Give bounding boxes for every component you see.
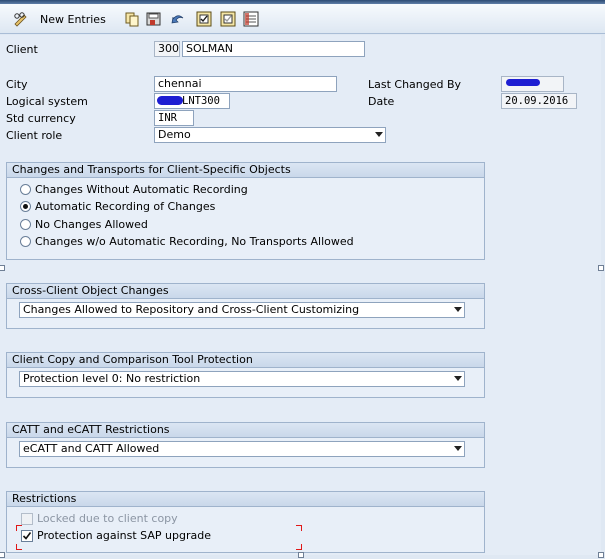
radio-button[interactable]	[20, 219, 31, 230]
client-number-field: 300	[154, 41, 180, 57]
cross-client-value: Changes Allowed to Repository and Cross-…	[23, 303, 360, 316]
resize-handle	[298, 552, 304, 558]
highlight-bracket	[296, 525, 302, 531]
changes-transports-title: Changes and Transports for Client-Specif…	[7, 163, 484, 178]
chevron-down-icon	[454, 376, 462, 381]
resize-handle	[0, 552, 5, 558]
city-label: City	[6, 78, 28, 91]
radio-label: No Changes Allowed	[35, 218, 148, 231]
restrictions-title: Restrictions	[7, 492, 484, 507]
cross-client-dropdown[interactable]: Changes Allowed to Repository and Cross-…	[19, 302, 465, 318]
redaction-mark	[157, 96, 183, 105]
radio-button[interactable]	[20, 184, 31, 195]
client-label: Client	[6, 43, 38, 56]
client-role-label: Client role	[6, 129, 63, 142]
copy-protection-title: Client Copy and Comparison Tool Protecti…	[7, 353, 484, 368]
radio-option[interactable]: Changes Without Automatic Recording	[20, 183, 248, 196]
copy-icon[interactable]	[124, 11, 140, 27]
highlight-bracket	[296, 544, 302, 550]
copy-protection-group: Client Copy and Comparison Tool Protecti…	[6, 352, 485, 398]
date-field: 20.09.2016	[501, 93, 577, 109]
protection-checkbox-row[interactable]: Protection against SAP upgrade	[21, 529, 211, 542]
save-icon[interactable]	[146, 11, 162, 27]
select-all-icon[interactable]	[196, 11, 212, 27]
resize-handle	[0, 265, 5, 271]
locked-checkbox-row: Locked due to client copy	[21, 512, 178, 525]
date-label: Date	[368, 95, 395, 108]
checkmark-icon	[22, 531, 32, 540]
radio-button-selected[interactable]	[20, 201, 31, 212]
copy-protection-value: Protection level 0: No restriction	[23, 372, 201, 385]
catt-dropdown[interactable]: eCATT and CATT Allowed	[19, 441, 465, 457]
catt-value: eCATT and CATT Allowed	[23, 442, 160, 455]
highlight-bracket	[16, 544, 22, 550]
pencil-glasses-icon	[14, 12, 27, 27]
radio-label: Automatic Recording of Changes	[35, 200, 216, 213]
radio-button[interactable]	[20, 236, 31, 247]
catt-group: CATT and eCATT Restrictions eCATT and CA…	[6, 422, 485, 468]
radio-label: Changes Without Automatic Recording	[35, 183, 248, 196]
radio-option[interactable]: Changes w/o Automatic Recording, No Tran…	[20, 235, 354, 248]
deselect-icon[interactable]	[220, 11, 236, 27]
highlight-bracket	[16, 525, 22, 531]
chevron-down-icon	[375, 132, 383, 137]
logical-system-label: Logical system	[6, 95, 88, 108]
changes-transports-group: Changes and Transports for Client-Specif…	[6, 162, 485, 260]
client-details-area: Client 300 SOLMAN City chennai Last Chan…	[0, 35, 601, 555]
application-toolbar: New Entries	[0, 4, 605, 34]
client-name-field[interactable]: SOLMAN	[182, 41, 365, 57]
protection-checkbox[interactable]	[21, 529, 33, 542]
redaction-mark	[506, 79, 540, 86]
radio-label: Changes w/o Automatic Recording, No Tran…	[35, 235, 354, 248]
cross-client-title: Cross-Client Object Changes	[7, 284, 484, 299]
resize-handle	[598, 552, 604, 558]
cross-client-group: Cross-Client Object Changes Changes Allo…	[6, 283, 485, 329]
select-block-icon[interactable]	[243, 11, 259, 27]
undo-icon[interactable]	[170, 11, 186, 27]
resize-handle	[598, 265, 604, 271]
locked-label: Locked due to client copy	[37, 512, 178, 525]
std-currency-field[interactable]: INR	[154, 110, 194, 126]
client-role-dropdown[interactable]: Demo	[154, 127, 386, 143]
last-changed-by-label: Last Changed By	[368, 78, 462, 91]
client-role-value: Demo	[158, 128, 191, 141]
copy-protection-dropdown[interactable]: Protection level 0: No restriction	[19, 371, 465, 387]
new-entries-label: New Entries	[40, 12, 106, 26]
restrictions-group: Restrictions Locked due to client copy P…	[6, 491, 485, 553]
radio-option[interactable]: No Changes Allowed	[20, 218, 148, 231]
new-entries-button[interactable]: New Entries	[12, 10, 106, 28]
catt-title: CATT and eCATT Restrictions	[7, 423, 484, 438]
chevron-down-icon	[454, 307, 462, 312]
std-currency-label: Std currency	[6, 112, 76, 125]
locked-checkbox	[21, 512, 33, 525]
protection-label: Protection against SAP upgrade	[37, 529, 211, 542]
city-field[interactable]: chennai	[154, 76, 337, 92]
radio-option[interactable]: Automatic Recording of Changes	[20, 200, 215, 213]
chevron-down-icon	[454, 446, 462, 451]
